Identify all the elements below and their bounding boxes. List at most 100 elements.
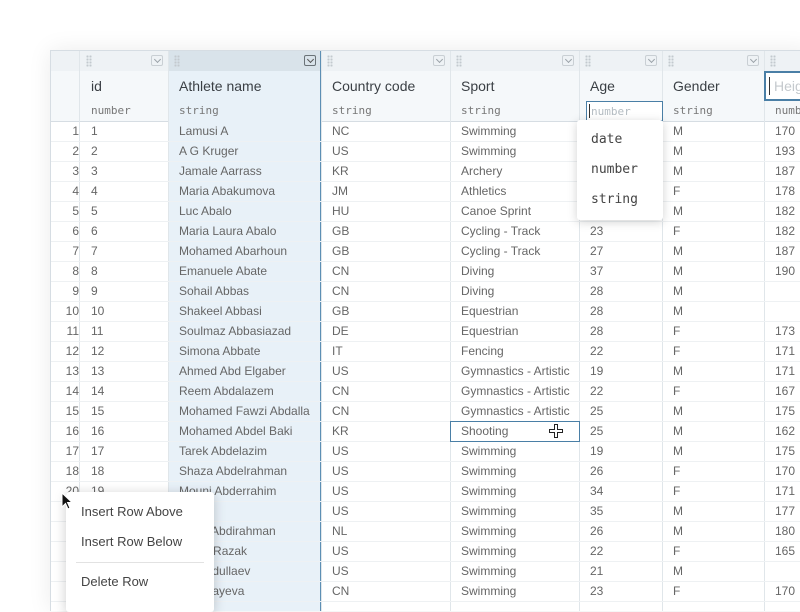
cell-athlete-name[interactable]: Tarek Abdelazim (179, 441, 320, 461)
cell-age[interactable]: 22 (590, 341, 661, 361)
cell-sport[interactable]: Swimming (461, 581, 578, 601)
row-number[interactable]: 17 (51, 441, 79, 461)
cell-sport[interactable]: Swimming (461, 441, 578, 461)
cell-gender[interactable]: F (673, 221, 763, 241)
column-name-sport[interactable]: Sport (461, 78, 494, 94)
cell-id[interactable]: 8 (91, 261, 167, 281)
cell-sport[interactable]: Gymnastics - Artistic (461, 361, 578, 381)
cell-country-code[interactable]: US (332, 141, 449, 161)
cell-height[interactable]: 178 (775, 181, 800, 201)
cell-athlete-name[interactable]: Reem Abdalazem (179, 381, 320, 401)
cell-sport[interactable]: Equestrian (461, 301, 578, 321)
delete-row-item[interactable]: Delete Row (81, 574, 148, 589)
cell-athlete-name[interactable]: Lamusi A (179, 121, 320, 141)
cell-gender[interactable]: F (673, 541, 763, 561)
cell-id[interactable]: 15 (91, 401, 167, 421)
cell-country-code[interactable]: US (332, 541, 449, 561)
row-number[interactable]: 1 (51, 121, 79, 141)
row-number[interactable]: 13 (51, 361, 79, 381)
column-name-gender[interactable]: Gender (673, 78, 720, 94)
cell-age[interactable]: 25 (590, 401, 661, 421)
column-drag-handle-icon[interactable] (86, 55, 92, 67)
cell-id[interactable]: 7 (91, 241, 167, 261)
cell-sport[interactable]: Fencing (461, 341, 578, 361)
cell-country-code[interactable]: JM (332, 181, 449, 201)
cell-age[interactable]: 28 (590, 321, 661, 341)
cell-country-code[interactable]: CN (332, 281, 449, 301)
row-number[interactable]: 14 (51, 381, 79, 401)
cell-sport[interactable]: Athletics (461, 181, 578, 201)
cell-sport[interactable]: Swimming (461, 501, 578, 521)
type-option-string[interactable]: string (591, 192, 638, 207)
cell-height[interactable]: 182 (775, 201, 800, 221)
cell-sport[interactable]: Cycling - Track (461, 221, 578, 241)
cell-age[interactable]: 23 (590, 221, 661, 241)
cell-athlete-name[interactable]: Soulmaz Abbasiazad (179, 321, 320, 341)
cell-gender[interactable]: M (673, 201, 763, 221)
cell-gender[interactable]: M (673, 421, 763, 441)
cell-athlete-name[interactable]: Maria Laura Abalo (179, 221, 320, 241)
cell-id[interactable]: 4 (91, 181, 167, 201)
column-menu-chevron-icon[interactable] (151, 55, 163, 66)
column-type-athlete-name[interactable]: string (179, 104, 219, 117)
cell-country-code[interactable]: NL (332, 521, 449, 541)
column-name-athlete-name[interactable]: Athlete name (179, 78, 262, 94)
cell-sport[interactable]: Swimming (461, 141, 578, 161)
cell-gender[interactable]: M (673, 521, 763, 541)
cell-sport[interactable]: Canoe Sprint (461, 201, 578, 221)
cell-gender[interactable]: M (673, 241, 763, 261)
cell-height[interactable] (775, 301, 800, 321)
cell-athlete-name[interactable]: Simona Abbate (179, 341, 320, 361)
cell-gender[interactable]: M (673, 441, 763, 461)
column-type-id[interactable]: number (91, 104, 131, 117)
column-menu-chevron-icon[interactable] (747, 55, 759, 66)
cell-country-code[interactable]: DE (332, 321, 449, 341)
cell-height[interactable] (775, 281, 800, 301)
column-name-editor[interactable]: Heig (764, 71, 800, 101)
cell-height[interactable]: 190 (775, 261, 800, 281)
cell-sport[interactable]: Gymnastics - Artistic (461, 401, 578, 421)
cell-sport[interactable]: Diving (461, 281, 578, 301)
column-type-gender[interactable]: string (673, 104, 713, 117)
cell-country-code[interactable]: US (332, 481, 449, 501)
cell-gender[interactable]: F (673, 461, 763, 481)
cell-id[interactable]: 5 (91, 201, 167, 221)
cell-country-code[interactable]: HU (332, 201, 449, 221)
cell-id[interactable]: 11 (91, 321, 167, 341)
cell-sport[interactable]: Cycling - Track (461, 241, 578, 261)
cell-gender[interactable]: M (673, 501, 763, 521)
cell-height[interactable]: 177 (775, 501, 800, 521)
cell-height[interactable]: 165 (775, 541, 800, 561)
column-drag-handle-icon[interactable] (327, 55, 333, 67)
cell-id[interactable]: 6 (91, 221, 167, 241)
cell-gender[interactable]: M (673, 261, 763, 281)
cell-height[interactable]: 175 (775, 441, 800, 461)
cell-country-code[interactable]: CN (332, 381, 449, 401)
column-type-sport[interactable]: string (461, 104, 501, 117)
type-option-number[interactable]: number (591, 162, 638, 177)
cell-country-code[interactable]: KR (332, 421, 449, 441)
cell-height[interactable]: 193 (775, 141, 800, 161)
cell-athlete-name[interactable]: Emanuele Abate (179, 261, 320, 281)
cell-age[interactable]: 37 (590, 261, 661, 281)
insert-row-below-item[interactable]: Insert Row Below (81, 534, 182, 549)
cell-age[interactable]: 25 (590, 421, 661, 441)
row-number[interactable]: 11 (51, 321, 79, 341)
cell-athlete-name[interactable]: Jamale Aarrass (179, 161, 320, 181)
type-option-date[interactable]: date (591, 132, 622, 147)
column-name-country-code[interactable]: Country code (332, 78, 415, 94)
cell-age[interactable]: 22 (590, 541, 661, 561)
cell-height[interactable]: 162 (775, 421, 800, 441)
cell-athlete-name[interactable]: Sohail Abbas (179, 281, 320, 301)
cell-sport[interactable]: Diving (461, 261, 578, 281)
cell-gender[interactable]: F (673, 581, 763, 601)
cell-age[interactable]: 19 (590, 361, 661, 381)
column-menu-chevron-icon[interactable] (433, 55, 445, 66)
cell-athlete-name[interactable]: Mohamed Abarhoun (179, 241, 320, 261)
cell-gender[interactable]: M (673, 561, 763, 581)
cell-height[interactable]: 182 (775, 221, 800, 241)
cell-age[interactable]: 28 (590, 281, 661, 301)
cell-country-code[interactable]: US (332, 361, 449, 381)
cell-sport[interactable]: Equestrian (461, 321, 578, 341)
cell-id[interactable]: 10 (91, 301, 167, 321)
